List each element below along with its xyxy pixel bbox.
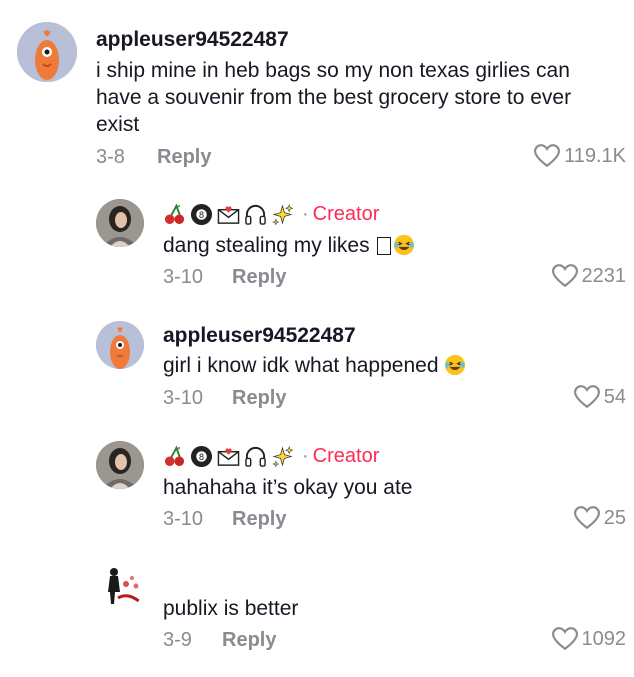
heart-icon [573, 506, 600, 530]
headphones-icon [245, 446, 266, 467]
heart-icon [534, 144, 561, 168]
comment-text-content: girl i know idk what happened [163, 354, 439, 377]
like-count: 119.1K [564, 144, 626, 167]
reply-button[interactable]: Reply [232, 266, 286, 289]
reply-button[interactable]: Reply [232, 387, 286, 410]
sparkles-icon [272, 446, 294, 468]
like-button[interactable]: 54 [573, 385, 626, 409]
like-count: 54 [603, 385, 626, 408]
reply-button[interactable]: Reply [232, 508, 286, 531]
like-button[interactable]: 119.1K [534, 144, 626, 168]
svg-text:8: 8 [199, 453, 204, 463]
creator-photo [96, 441, 144, 489]
figure-art-avatar [96, 562, 144, 610]
creator-name-row[interactable]: 8 · Creator [163, 445, 379, 468]
avatar[interactable] [17, 22, 77, 82]
sparkles-icon [272, 204, 294, 226]
creator-name-row[interactable]: 8 · Creator [163, 203, 379, 226]
bird-icon [96, 321, 144, 369]
avatar[interactable] [96, 562, 144, 610]
like-count: 25 [603, 506, 626, 529]
comment-text: i ship mine in heb bags so my non texas … [96, 59, 572, 136]
creator-badge: · Creator [302, 203, 380, 225]
eight-ball-icon: 8 [190, 445, 213, 468]
creator-badge: · Creator [302, 445, 380, 467]
reply-button[interactable]: Reply [157, 146, 211, 169]
like-count: 2231 [581, 264, 627, 287]
comment-date: 3-10 [163, 387, 204, 409]
avatar[interactable] [96, 199, 144, 247]
love-letter-icon [217, 206, 240, 224]
like-button[interactable]: 1092 [551, 627, 627, 651]
svg-text:8: 8 [199, 211, 204, 221]
avatar[interactable] [96, 441, 144, 489]
cherries-icon [164, 203, 185, 225]
missing-glyph-icon [377, 237, 392, 255]
like-button[interactable]: 25 [573, 506, 626, 530]
heart-icon [551, 264, 578, 288]
love-letter-icon [217, 448, 240, 466]
bird-icon [17, 22, 77, 82]
laughing-tears-emoji-icon [394, 234, 415, 256]
comment-date: 3-10 [163, 266, 204, 288]
comment-text-content: dang stealing my likes [163, 234, 370, 257]
comment-text: dang stealing my likes [163, 232, 415, 259]
avatar[interactable] [96, 321, 144, 369]
comment-text: hahahaha it’s okay you ate [163, 476, 413, 499]
cherries-icon [164, 445, 185, 467]
headphones-icon [245, 204, 266, 225]
comment-date: 3-10 [163, 508, 204, 530]
comment-date: 3-9 [163, 629, 192, 651]
like-button[interactable]: 2231 [551, 264, 627, 288]
comment-date: 3-8 [96, 146, 125, 168]
laughing-tears-emoji-icon [445, 354, 466, 376]
like-count: 1092 [581, 627, 627, 650]
comment-username[interactable]: appleuser94522487 [96, 28, 289, 52]
heart-icon [573, 385, 600, 409]
comment-text: girl i know idk what happened [163, 352, 466, 379]
creator-photo [96, 199, 144, 247]
eight-ball-icon: 8 [190, 203, 213, 226]
reply-button[interactable]: Reply [222, 629, 276, 652]
heart-icon [551, 627, 578, 651]
comment-text: publix is better [163, 597, 299, 620]
comment-username[interactable]: appleuser94522487 [163, 324, 356, 348]
